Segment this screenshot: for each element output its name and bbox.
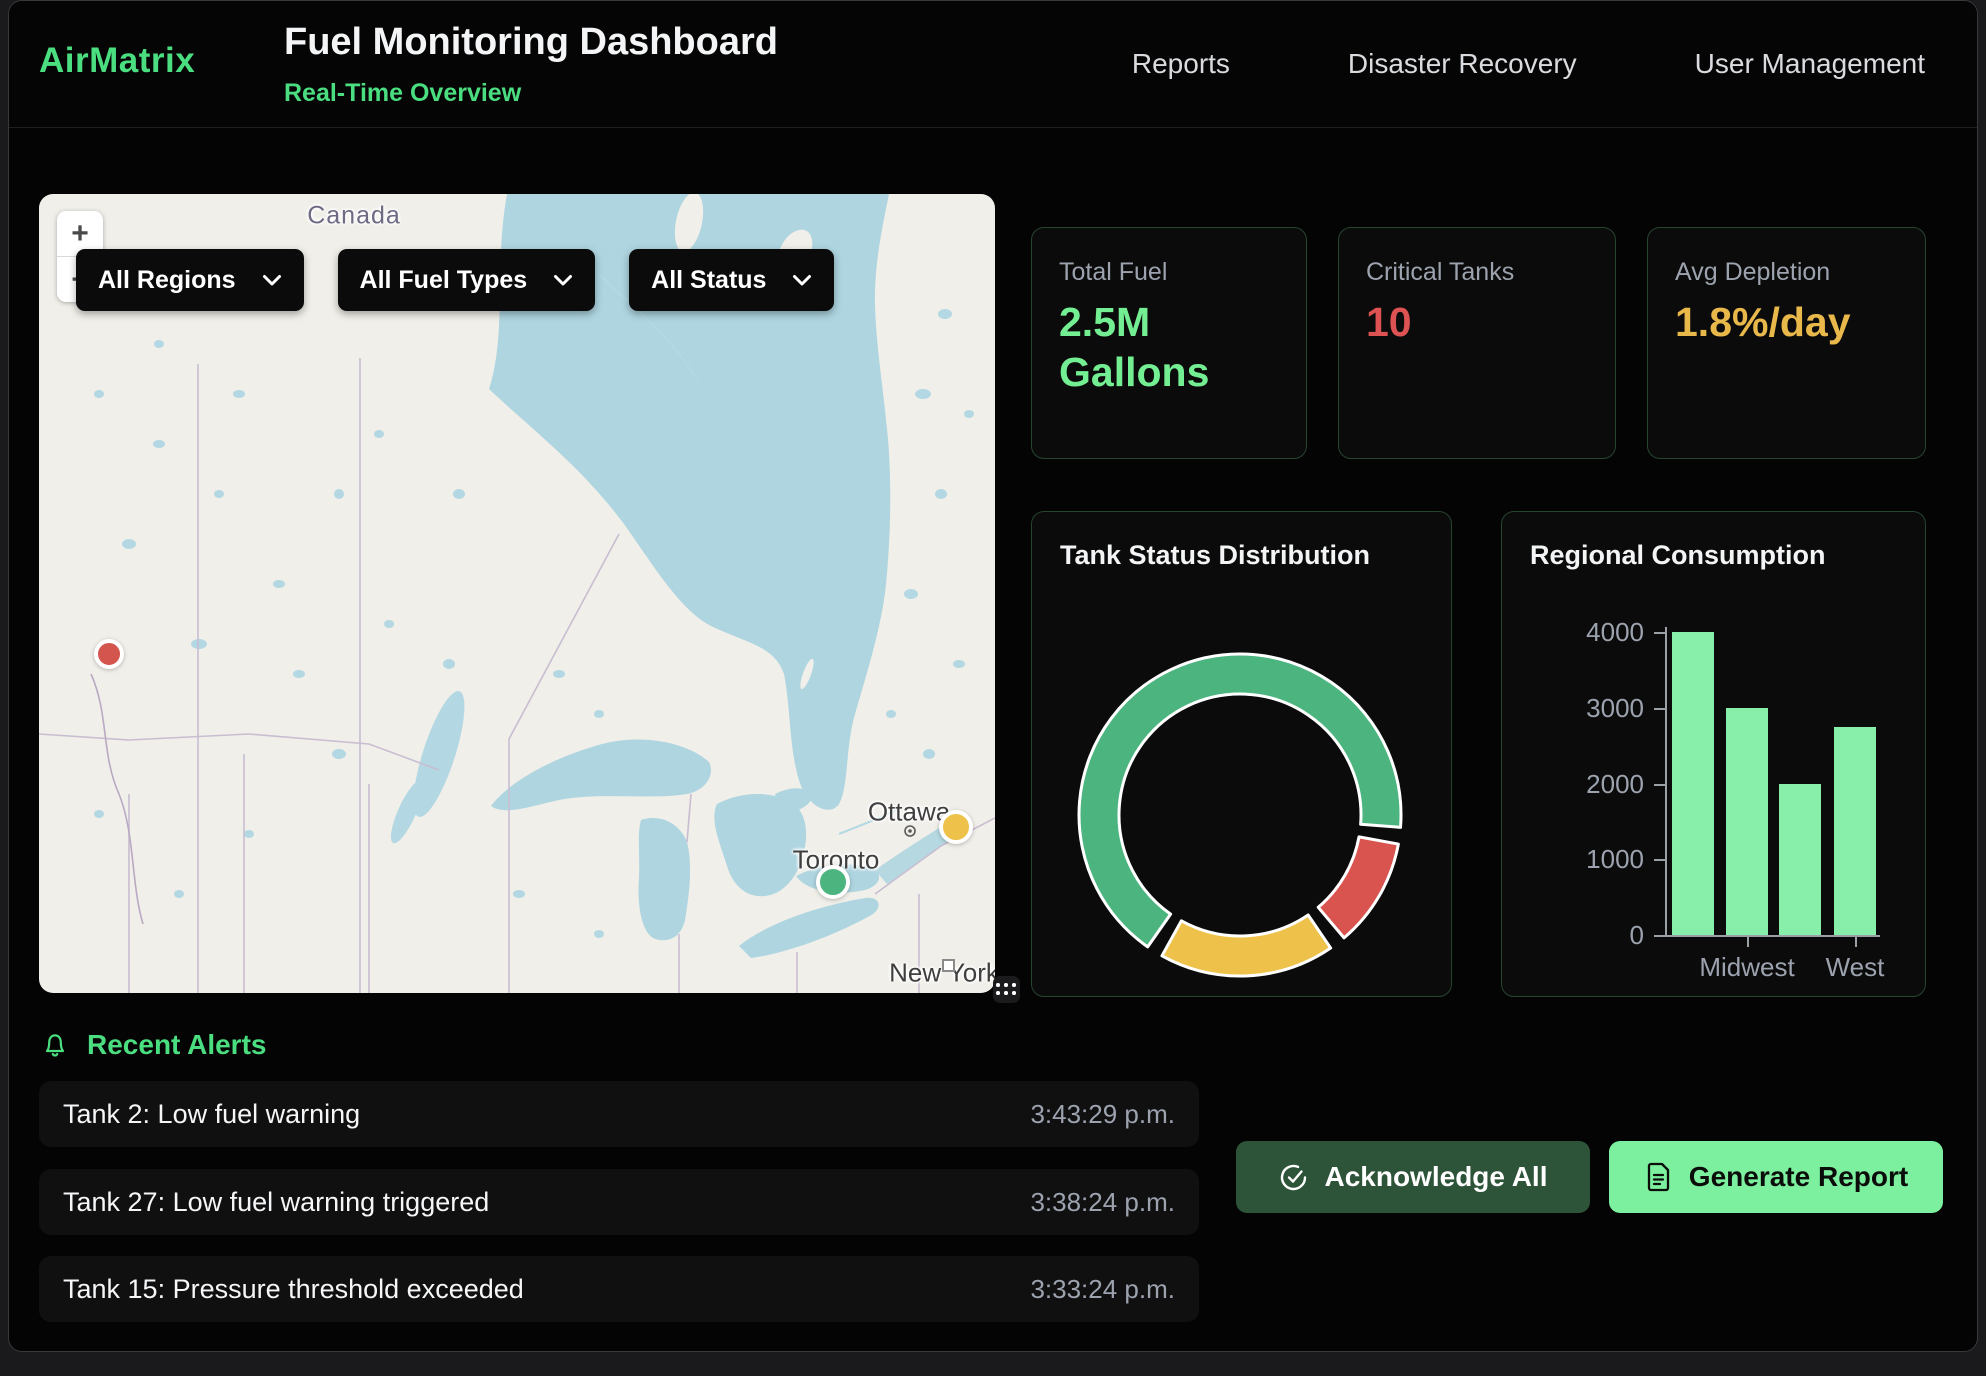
tank-marker-0[interactable] [94,639,124,669]
filter-dropdown-2[interactable]: All Status [629,249,834,311]
stat-card-avg-depletion: Avg Depletion 1.8%/​day [1647,227,1926,459]
regional-consumption-bar-chart: 01000200030004000MidwestWest [1502,512,1927,998]
page-title: Fuel Monitoring Dashboard [284,21,778,64]
x-tick-mark [1855,937,1857,947]
dashboard-window: AirMatrix Fuel Monitoring Dashboard Real… [8,0,1978,1352]
stat-label: Critical Tanks [1366,258,1615,287]
y-tick-label: 1000 [1524,844,1644,875]
alert-timestamp: 3:38:24 p.m. [1030,1187,1175,1218]
doughnut-segment-yellow [1162,915,1331,976]
ottawa-town-icon [903,824,917,838]
stat-label: Avg Depletion [1675,258,1925,287]
alerts-title: Recent Alerts [87,1029,266,1061]
alert-row-0[interactable]: Tank 2: Low fuel warning 3:43:29 p.m. [39,1081,1199,1147]
filter-label: All Fuel Types [360,266,528,295]
map-resize-handle[interactable] [993,976,1020,1003]
generate-report-label: Generate Report [1689,1161,1908,1193]
document-icon [1644,1161,1674,1193]
bar-0 [1672,632,1714,935]
tank-marker-2[interactable] [816,865,850,899]
alert-message: Tank 2: Low fuel warning [63,1099,360,1130]
generate-report-button[interactable]: Generate Report [1609,1141,1943,1213]
stat-card-critical-tanks: Critical Tanks 10 [1338,227,1616,459]
y-tick-label: 3000 [1524,693,1644,724]
filter-dropdown-0[interactable]: All Regions [76,249,304,311]
alert-message: Tank 15: Pressure threshold exceeded [63,1274,524,1305]
tank-status-card: Tank Status Distribution [1031,511,1452,997]
page-subtitle: Real-Time Overview [284,79,521,108]
stat-value: 2.5M Gallons [1059,297,1269,397]
y-tick-mark [1654,859,1665,861]
x-tick-label-west: West [1775,952,1935,983]
alert-message: Tank 27: Low fuel warning triggered [63,1187,489,1218]
y-tick-mark [1654,935,1665,937]
filter-label: All Regions [98,266,236,295]
x-axis-line [1665,935,1880,937]
y-tick-mark [1654,632,1665,634]
tank-marker-1[interactable] [939,810,973,844]
acknowledge-all-button[interactable]: Acknowledge All [1236,1141,1590,1213]
alert-row-1[interactable]: Tank 27: Low fuel warning triggered 3:38:… [39,1169,1199,1235]
stat-value: 1.8%/​day [1675,297,1885,347]
stat-card-total-fuel: Total Fuel 2.5M Gallons [1031,227,1307,459]
nav-item-disaster-recovery[interactable]: Disaster Recovery [1348,48,1577,80]
bell-icon [39,1029,71,1061]
bar-1 [1726,708,1768,935]
alert-timestamp: 3:43:29 p.m. [1030,1099,1175,1130]
alert-timestamp: 3:33:24 p.m. [1030,1274,1175,1305]
chevron-down-icon [262,274,282,287]
tank-status-doughnut-chart [1032,512,1453,998]
nav-item-user-management[interactable]: User Management [1695,48,1925,80]
nav-item-reports[interactable]: Reports [1132,48,1230,80]
map-terrain [39,194,995,993]
y-tick-label: 0 [1524,920,1644,951]
x-tick-mark [1747,937,1749,947]
bar-3 [1834,727,1876,935]
chevron-down-icon [792,274,812,287]
brand-logo: AirMatrix [39,41,195,81]
map-filters: All Regions All Fuel Types All Status [76,249,834,311]
regional-consumption-card: Regional Consumption 01000200030004000Mi… [1501,511,1926,997]
filter-label: All Status [651,266,766,295]
fuel-map[interactable]: Canada OttawaTorontoNew York + − All Reg… [39,194,995,993]
y-tick-label: 4000 [1524,617,1644,648]
y-tick-label: 2000 [1524,769,1644,800]
stat-label: Total Fuel [1059,258,1306,287]
alerts-header: Recent Alerts [39,1029,266,1061]
y-tick-mark [1654,708,1665,710]
acknowledge-all-label: Acknowledge All [1324,1161,1547,1193]
main-nav: Reports Disaster Recovery User Management [1132,1,1925,127]
check-circle-icon [1278,1162,1309,1193]
filter-dropdown-1[interactable]: All Fuel Types [338,249,596,311]
stat-value: 10 [1366,297,1576,347]
chevron-down-icon [553,274,573,287]
newyork-town-icon [942,959,955,972]
doughnut-segment-red [1318,837,1398,938]
y-axis-line [1665,627,1667,937]
bar-2 [1779,784,1821,936]
y-tick-mark [1654,784,1665,786]
alert-row-2[interactable]: Tank 15: Pressure threshold exceeded 3:33… [39,1256,1199,1322]
app-header: AirMatrix Fuel Monitoring Dashboard Real… [9,1,1977,128]
